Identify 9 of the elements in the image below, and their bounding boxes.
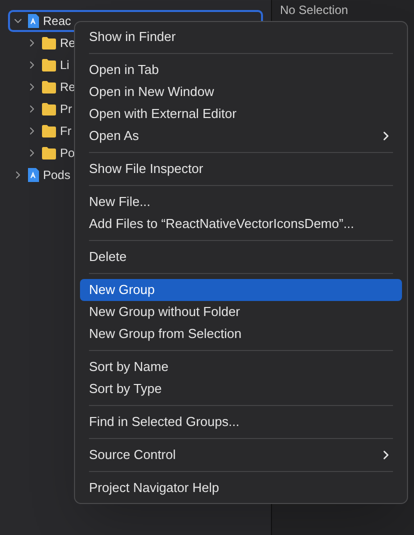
- row-label: Pods: [43, 167, 70, 184]
- row-label: Re: [60, 35, 76, 52]
- empty-inspector-text: No Selection: [280, 3, 350, 17]
- row-label: Reac: [43, 13, 72, 30]
- row-label: Po: [60, 145, 75, 162]
- row-label: Pr: [60, 101, 72, 118]
- row-label: Fr: [60, 123, 72, 140]
- row-label: Re: [60, 79, 76, 96]
- row-label: Li: [60, 57, 70, 74]
